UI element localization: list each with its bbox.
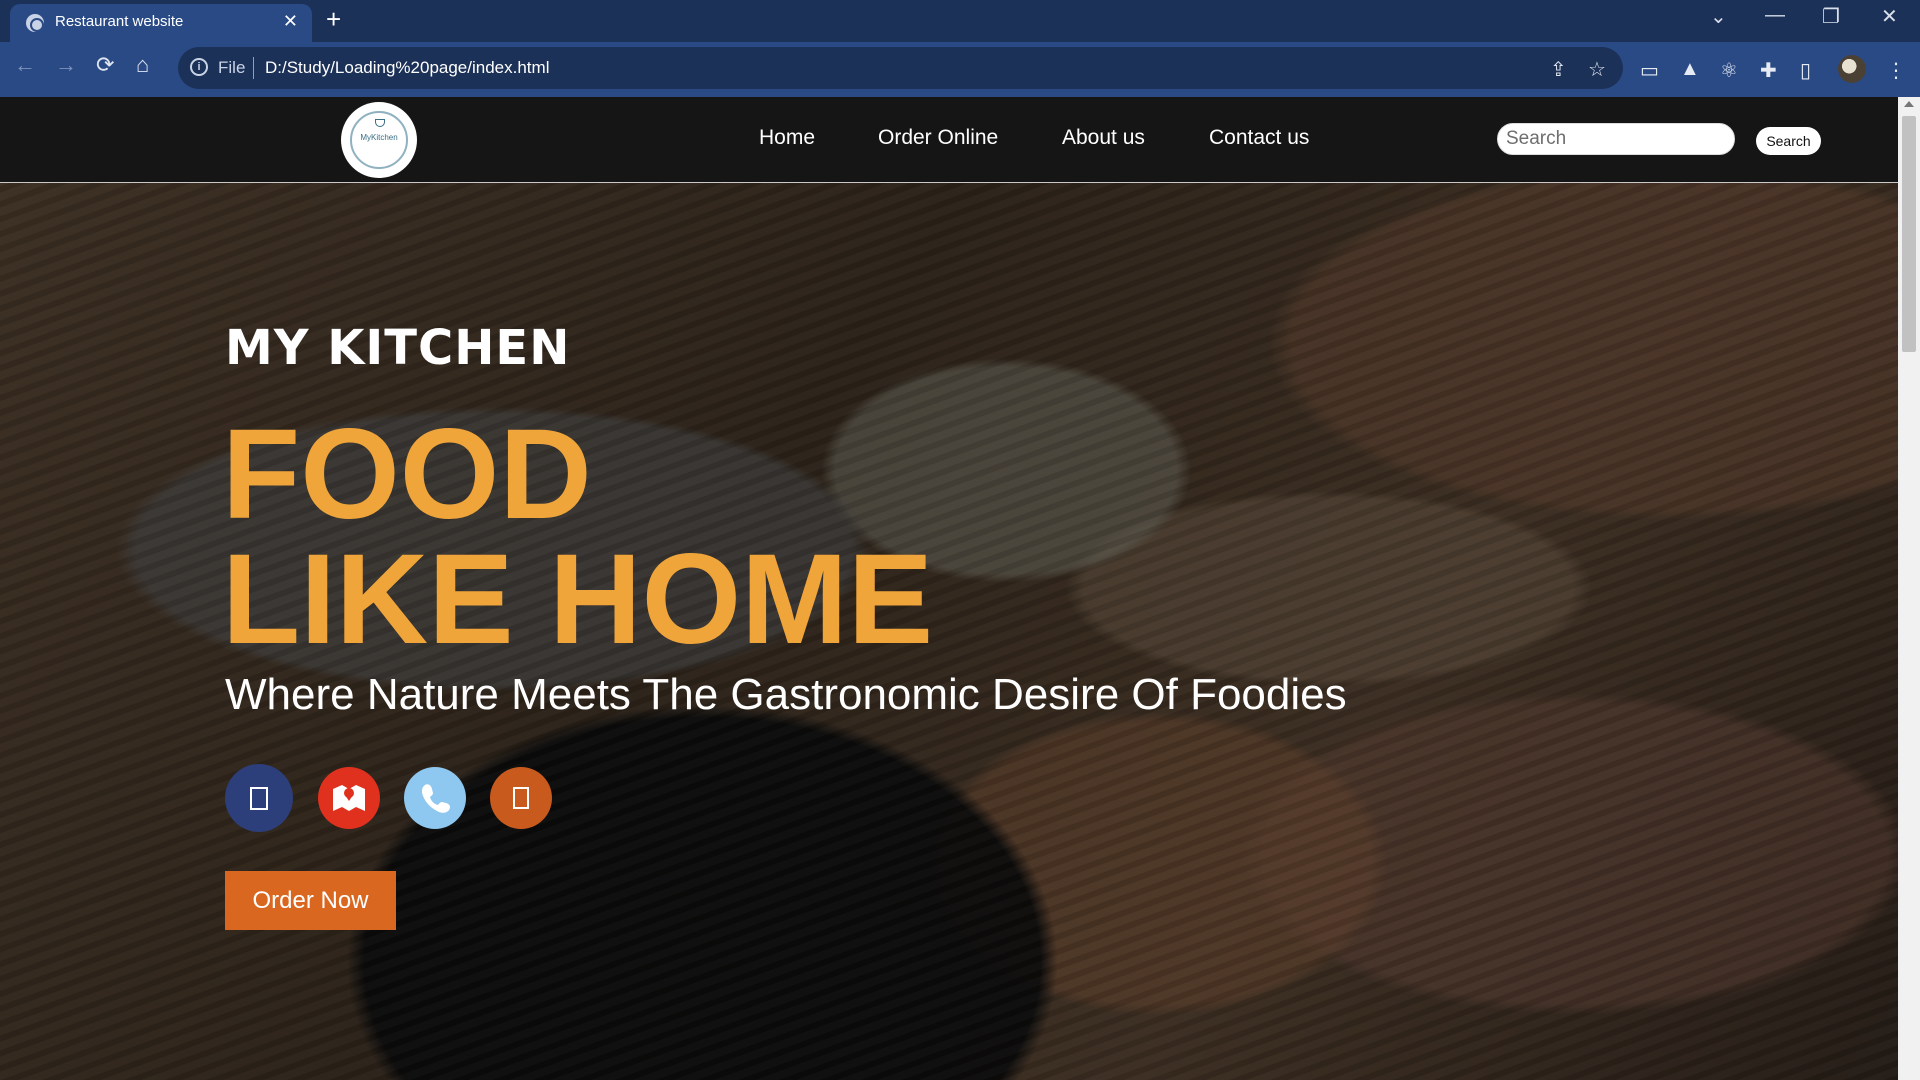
info-icon[interactable]: i (190, 58, 208, 76)
order-now-button[interactable]: Order Now (225, 871, 396, 930)
new-tab-button[interactable]: + (326, 4, 341, 35)
reload-icon[interactable]: ⟳ (96, 52, 114, 78)
logo-text: MyKitchen (360, 133, 398, 142)
hero-headline-line-2: LIKE HOME (222, 528, 934, 671)
forward-arrow-icon[interactable]: → (55, 52, 77, 78)
extension-window-icon[interactable]: ▭ (1640, 58, 1659, 83)
back-arrow-icon[interactable]: ← (14, 52, 36, 78)
site-search-button[interactable]: Search (1756, 127, 1821, 155)
facebook-icon[interactable] (225, 764, 293, 832)
share-icon[interactable]: ⇪ (1550, 57, 1567, 82)
tab-close-button[interactable]: ✕ (283, 11, 298, 32)
address-divider (253, 57, 254, 79)
browser-menu-icon[interactable]: ⋮ (1886, 58, 1906, 83)
extension-drive-icon[interactable]: ▲ (1680, 58, 1700, 81)
page-scrollbar[interactable] (1898, 97, 1920, 1080)
side-panel-icon[interactable]: ▯ (1800, 58, 1811, 83)
hero-brand: MY KITCHEN (225, 320, 571, 376)
instagram-icon[interactable] (490, 767, 552, 829)
address-scheme: File (218, 58, 246, 77)
hero-headline-line-1: FOOD (222, 403, 592, 546)
hero-subtitle: Where Nature Meets The Gastronomic Desir… (225, 670, 1347, 719)
cup-icon (375, 119, 385, 127)
browser-tab-strip: Restaurant website ✕ + ⌄ — ❐ ✕ (0, 0, 1920, 42)
logo-badge: MyKitchen (350, 111, 408, 169)
site-search-input[interactable] (1497, 123, 1735, 155)
nav-home[interactable]: Home (759, 126, 815, 150)
phone-icon[interactable] (404, 767, 466, 829)
hero-section: MY KITCHEN FOOD LIKE HOME Where Nature M… (0, 184, 1898, 1080)
extensions-puzzle-icon[interactable]: ✚ (1760, 58, 1777, 83)
home-icon[interactable]: ⌂ (136, 52, 149, 78)
profile-avatar[interactable] (1838, 55, 1866, 83)
nav-about-us[interactable]: About us (1062, 126, 1145, 150)
extension-react-icon[interactable]: ⚛ (1720, 58, 1738, 83)
browser-tab[interactable]: Restaurant website ✕ (10, 4, 312, 42)
address-bar[interactable]: i File D:/Study/Loading%20page/index.htm… (178, 47, 1623, 89)
bookmark-star-icon[interactable]: ☆ (1588, 57, 1606, 82)
browser-toolbar: ← → ⟳ ⌂ i File D:/Study/Loading%20page/i… (0, 42, 1920, 97)
minimize-button[interactable]: — (1765, 4, 1785, 27)
address-url[interactable]: D:/Study/Loading%20page/index.html (265, 58, 549, 78)
restore-button[interactable]: ❐ (1822, 4, 1840, 29)
scroll-thumb[interactable] (1902, 116, 1916, 352)
site-logo[interactable]: MyKitchen (341, 102, 417, 178)
scroll-up-arrow-icon[interactable] (1904, 101, 1914, 107)
site-navbar: MyKitchen Home Order Online About us Con… (0, 97, 1898, 183)
tab-search-button[interactable]: ⌄ (1710, 4, 1727, 29)
nav-order-online[interactable]: Order Online (878, 126, 998, 150)
globe-icon (26, 14, 44, 32)
close-window-button[interactable]: ✕ (1881, 4, 1898, 29)
nav-contact-us[interactable]: Contact us (1209, 126, 1309, 150)
web-page: MyKitchen Home Order Online About us Con… (0, 97, 1898, 1080)
tab-title: Restaurant website (55, 13, 184, 30)
map-icon[interactable] (318, 767, 380, 829)
